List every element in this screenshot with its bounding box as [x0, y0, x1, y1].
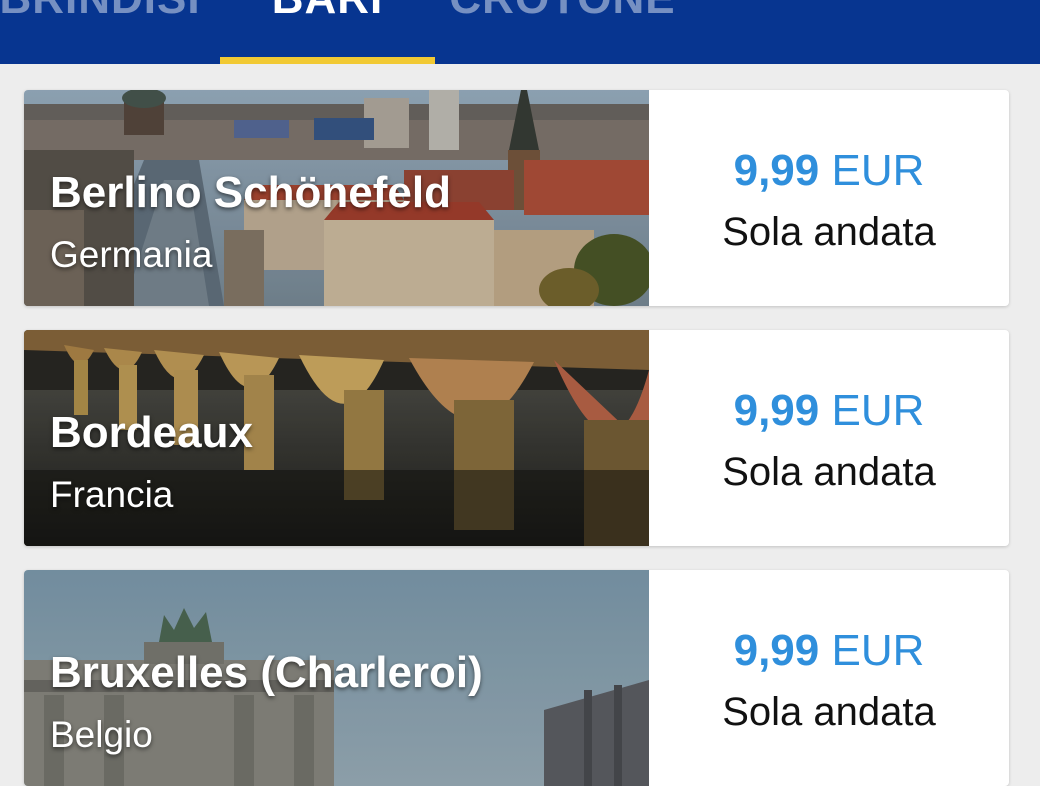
destination-name: Bruxelles (Charleroi) [50, 648, 483, 697]
destination-card-bruxelles[interactable]: Bruxelles (Charleroi) Belgio 9,99 EUR So… [24, 570, 1009, 786]
price-box: 9,99 EUR Sola andata [649, 570, 1009, 786]
destination-name: Berlino Schönefeld [50, 168, 451, 217]
price-amount: 9,99 [733, 626, 820, 675]
price-currency: EUR [831, 626, 925, 675]
price-amount: 9,99 [733, 146, 820, 195]
trip-type: Sola andata [722, 450, 936, 494]
active-tab-indicator [220, 57, 435, 64]
price-box: 9,99 EUR Sola andata [649, 90, 1009, 306]
destination-tabbar: BRINDISI BARI CROTONE [0, 0, 1040, 64]
price-currency: EUR [831, 146, 925, 195]
fare-price: 9,99 EUR [649, 626, 1009, 676]
destination-country: Francia [50, 474, 174, 515]
berlin-cityscape-image: Berlino Schönefeld Germania [24, 90, 649, 306]
destination-card-berlin[interactable]: Berlino Schönefeld Germania 9,99 EUR Sol… [24, 90, 1009, 306]
destination-country: Germania [50, 234, 213, 275]
fare-price: 9,99 EUR [649, 386, 1009, 436]
destination-name: Bordeaux [50, 408, 253, 457]
brussels-arch-image: Bruxelles (Charleroi) Belgio [24, 570, 649, 786]
price-currency: EUR [831, 386, 925, 435]
bordeaux-bridge-image: Bordeaux Francia [24, 330, 649, 546]
price-amount: 9,99 [733, 386, 820, 435]
fare-price: 9,99 EUR [649, 146, 1009, 196]
destination-card-bordeaux[interactable]: Bordeaux Francia 9,99 EUR Sola andata [24, 330, 1009, 546]
price-box: 9,99 EUR Sola andata [649, 330, 1009, 546]
tab-crotone[interactable]: CROTONE [440, 0, 685, 64]
trip-type: Sola andata [722, 210, 936, 254]
destination-country: Belgio [50, 714, 153, 755]
tab-brindisi[interactable]: BRINDISI [0, 0, 200, 64]
trip-type: Sola andata [722, 690, 936, 734]
tab-bari[interactable]: BARI [220, 0, 435, 64]
